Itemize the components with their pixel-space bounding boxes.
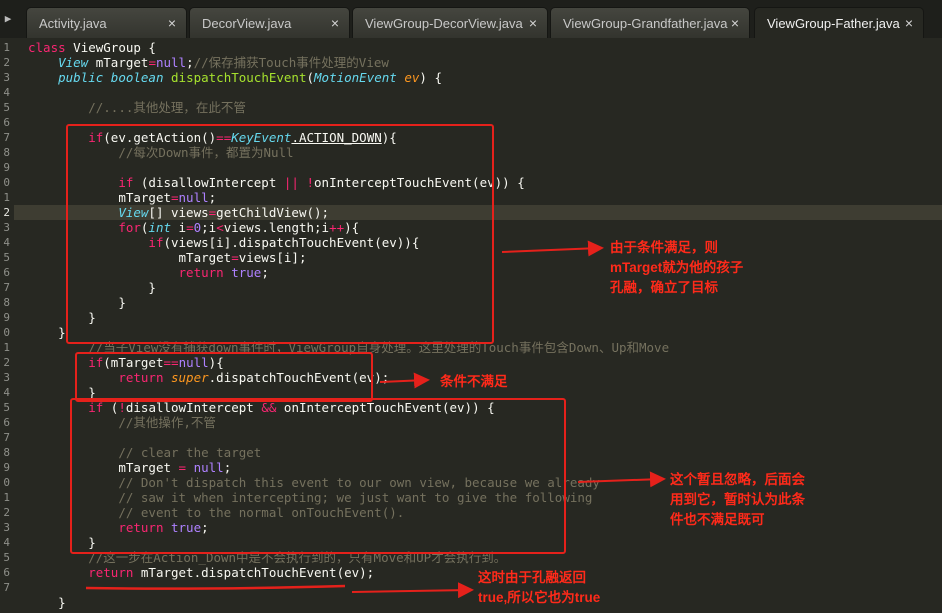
code-line: public boolean dispatchTouchEvent(Motion… — [58, 70, 442, 85]
code-line: } — [148, 280, 156, 295]
line-number: 2 — [3, 206, 10, 219]
code-line: View mTarget=null;//保存捕获Touch事件处理的View — [58, 55, 389, 70]
close-icon[interactable]: × — [168, 8, 176, 39]
line-number: 0 — [3, 476, 10, 489]
line-number: 3 — [3, 371, 10, 384]
line-number: 1 — [3, 491, 10, 504]
tab-decorview-java[interactable]: DecorView.java × — [189, 7, 350, 38]
code-line: for(int i=0;i<views.length;i++){ — [118, 220, 360, 235]
sidebar-toggle-icon[interactable]: ▶ — [0, 0, 16, 38]
line-number: 3 — [3, 521, 10, 534]
code-line: if (disallowIntercept || !onInterceptTou… — [118, 175, 525, 190]
line-number: 2 — [3, 356, 10, 369]
line-number: 8 — [3, 296, 10, 309]
code-line: } — [118, 295, 126, 310]
close-icon[interactable]: × — [529, 8, 537, 39]
code-line: //这一步在Action_Down中是不会执行到的，只有Move和UP才会执行到… — [88, 550, 507, 565]
tab-label: ViewGroup-Father.java — [767, 16, 900, 31]
line-number: 5 — [3, 251, 10, 264]
line-number: 8 — [3, 446, 10, 459]
line-number: 7 — [3, 581, 10, 594]
line-number: 9 — [3, 461, 10, 474]
line-number: 5 — [3, 551, 10, 564]
code-line: //每次Down事件，都置为Null — [118, 145, 294, 160]
line-number: 2 — [3, 56, 10, 69]
close-icon[interactable]: × — [731, 8, 739, 39]
line-number: 5 — [3, 101, 10, 114]
code-line: return mTarget.dispatchTouchEvent(ev); — [88, 565, 375, 580]
code-line: } — [88, 310, 96, 325]
tab-label: ViewGroup-DecorView.java — [365, 16, 523, 31]
line-number-gutter: 1 2 3 4 5 6 7 8 9 0 1 2 3 4 5 6 7 8 9 0 1 2 3 4 5 6 7 8 9 0 1 2 3 4 5 6 7 — [0, 38, 14, 613]
tab-label: Activity.java — [39, 16, 107, 31]
line-number: 4 — [3, 386, 10, 399]
code-line: } — [88, 385, 96, 400]
code-line: mTarget = null; — [118, 460, 232, 475]
code-line: } — [58, 325, 66, 340]
line-number: 6 — [3, 116, 10, 129]
close-icon[interactable]: × — [331, 8, 339, 39]
tab-viewgroup-grandfather-java[interactable]: ViewGroup-Grandfather.java × — [550, 7, 750, 38]
code-line: View[] views=getChildView(); — [118, 205, 330, 220]
tab-viewgroup-decorview-java[interactable]: ViewGroup-DecorView.java × — [352, 7, 548, 38]
line-number: 2 — [3, 506, 10, 519]
code-line: } — [88, 535, 96, 550]
line-number: 4 — [3, 236, 10, 249]
code-line: if(ev.getAction()==KeyEvent.ACTION_DOWN)… — [88, 130, 397, 145]
line-number: 3 — [3, 221, 10, 234]
tab-label: ViewGroup-Grandfather.java — [563, 16, 728, 31]
code-line: if (!disallowIntercept && onInterceptTou… — [88, 400, 495, 415]
tab-bar: ▶ Activity.java × DecorView.java × ViewG… — [0, 0, 942, 38]
code-line: } — [58, 595, 66, 610]
code-line: // event to the normal onTouchEvent(). — [118, 505, 405, 520]
code-line: // Don't dispatch this event to our own … — [118, 475, 600, 490]
code-line: mTarget=views[i]; — [178, 250, 307, 265]
code-line: return super.dispatchTouchEvent(ev); — [118, 370, 390, 385]
line-number: 1 — [3, 41, 10, 54]
line-number: 7 — [3, 281, 10, 294]
code-line: // saw it when intercepting; we just wan… — [118, 490, 593, 505]
line-number: 7 — [3, 431, 10, 444]
code-line: //....其他处理，在此不管 — [88, 100, 246, 115]
tab-viewgroup-father-java[interactable]: ViewGroup-Father.java × — [754, 7, 924, 38]
line-number: 5 — [3, 401, 10, 414]
line-number: 4 — [3, 536, 10, 549]
code-line: // clear the target — [118, 445, 262, 460]
close-icon[interactable]: × — [905, 8, 913, 39]
tab-activity-java[interactable]: Activity.java × — [26, 7, 187, 38]
line-number: 8 — [3, 146, 10, 159]
code-editor[interactable]: 1 2 3 4 5 6 7 8 9 0 1 2 3 4 5 6 7 8 9 0 1 2 3 4 5 6 7 8 9 0 1 2 3 4 5 6 7 cl… — [0, 38, 942, 613]
line-number: 1 — [3, 191, 10, 204]
code-line: //其他操作,不管 — [118, 415, 216, 430]
code-line: class ViewGroup { — [28, 40, 156, 55]
line-number: 4 — [3, 86, 10, 99]
line-number: 0 — [3, 326, 10, 339]
line-number: 9 — [3, 161, 10, 174]
code-line: return true; — [178, 265, 269, 280]
tab-label: DecorView.java — [202, 16, 292, 31]
code-line: return true; — [118, 520, 209, 535]
line-number: 6 — [3, 266, 10, 279]
code-line: mTarget=null; — [118, 190, 217, 205]
line-number: 6 — [3, 416, 10, 429]
code-line: if(mTarget==null){ — [88, 355, 224, 370]
line-number: 0 — [3, 176, 10, 189]
line-number: 7 — [3, 131, 10, 144]
code-line: //当子View没有捕获down事件时，ViewGroup自身处理。这里处理的T… — [88, 340, 670, 355]
line-number: 1 — [3, 341, 10, 354]
code-line: if(views[i].dispatchTouchEvent(ev)){ — [148, 235, 420, 250]
line-number: 9 — [3, 311, 10, 324]
line-number: 6 — [3, 566, 10, 579]
line-number: 3 — [3, 71, 10, 84]
